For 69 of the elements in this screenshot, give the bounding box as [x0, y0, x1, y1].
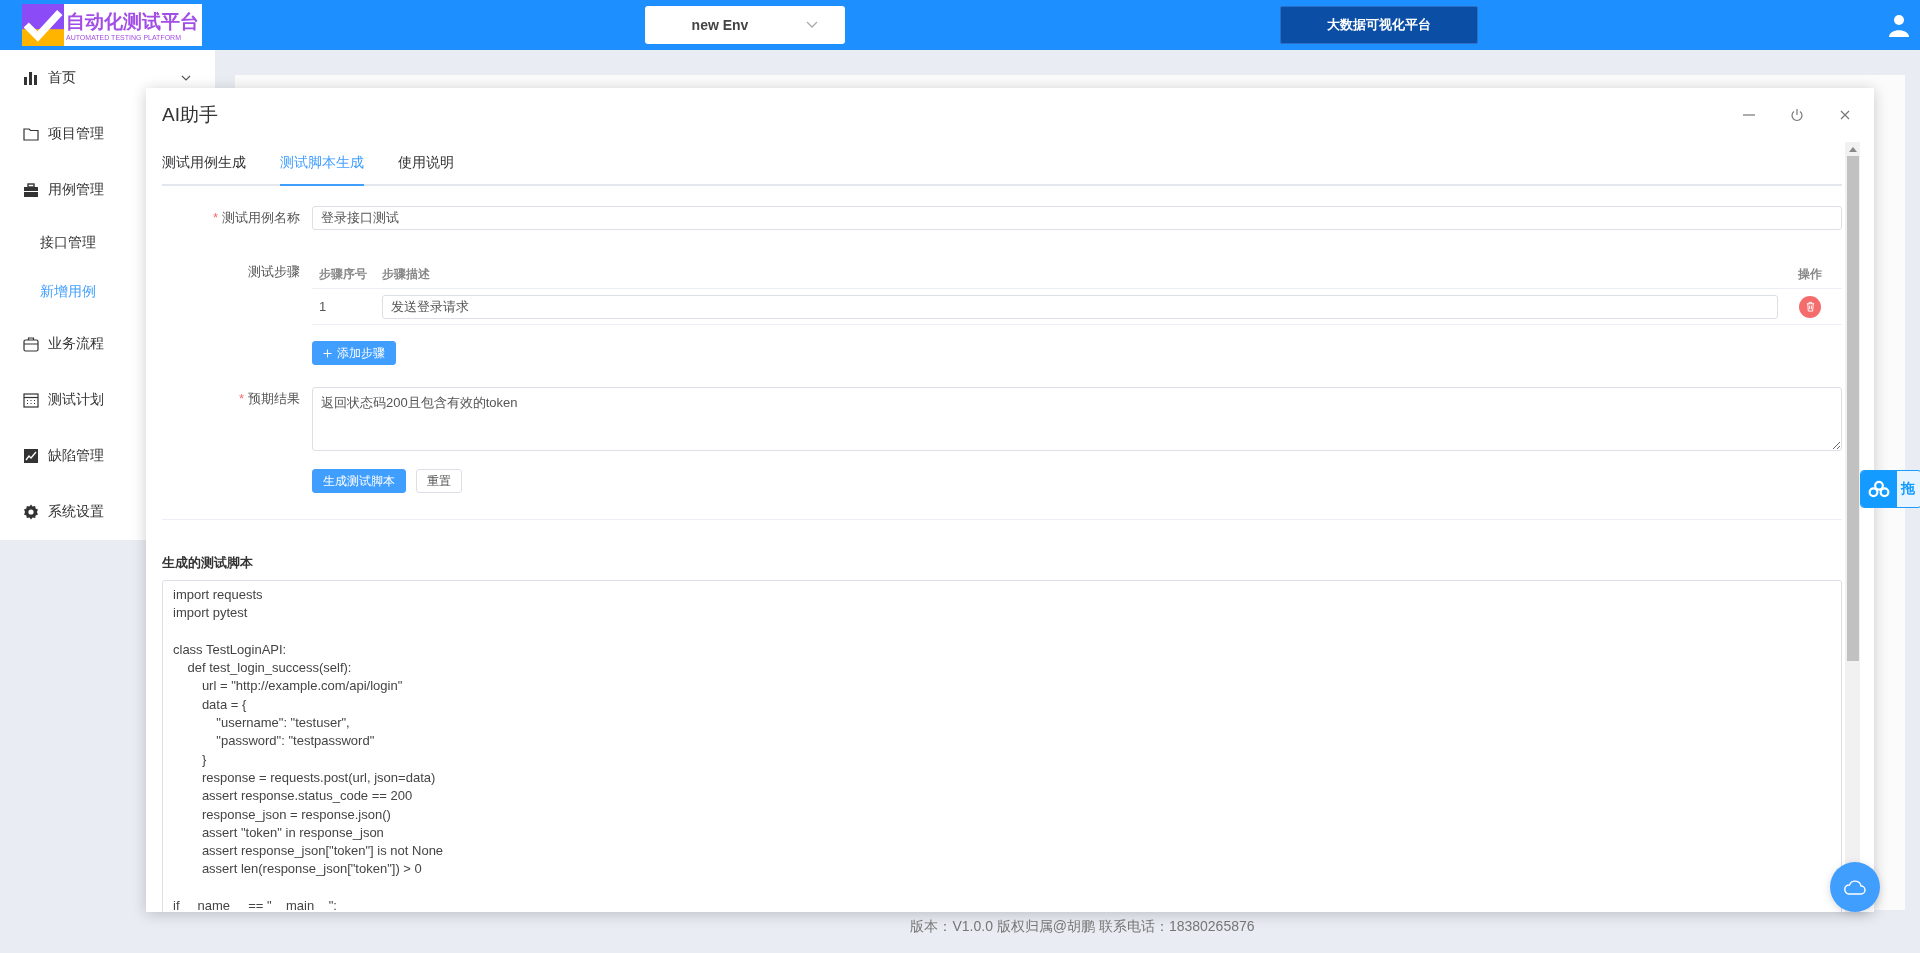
env-select[interactable]: new Env	[645, 6, 845, 44]
footer-text: 版本：V1.0.0 版权归属@胡鹏 联系电话：18380265876	[909, 918, 1256, 936]
menu-item[interactable]: 系统设置	[0, 484, 215, 540]
line-chart-icon	[23, 448, 39, 464]
input-field[interactable]: 登录接口测试	[312, 206, 1842, 230]
menu-item[interactable]: 缺陷管理	[0, 428, 215, 484]
code-line: if __name__ == "__main__":	[173, 897, 338, 912]
reset-button[interactable]: 重置	[416, 469, 462, 493]
check-logo-icon	[22, 4, 64, 46]
required-mark: *	[212, 210, 218, 225]
code-line: assert "token" in response_json	[200, 823, 385, 842]
code-line: import requests	[173, 586, 264, 604]
scroll-up-icon[interactable]	[1848, 147, 1857, 152]
briefcase-icon	[23, 182, 39, 198]
code-line: import pytest	[173, 604, 249, 623]
table-cell-text: 1	[318, 299, 328, 314]
code-line: assert response_json["token"] is not None	[200, 842, 445, 861]
column-header: 操作	[1797, 265, 1823, 283]
menu-item[interactable]: 首页	[0, 50, 215, 106]
code-line: response_json = response.json()	[200, 805, 392, 824]
code-line: assert response.status_code == 200	[200, 787, 414, 806]
section-heading: 生成的测试脚本	[162, 554, 254, 572]
menu-label: 用例管理	[48, 181, 104, 199]
tab[interactable]: 使用说明	[398, 142, 454, 186]
cloud-icon	[1843, 879, 1867, 895]
text-area[interactable]: 返回状态码200且包含有效的token	[312, 387, 1842, 451]
trash-icon	[1804, 301, 1816, 312]
menu-label: 业务流程	[48, 335, 104, 353]
menu-label: 首页	[48, 69, 76, 87]
logo-title: 自动化测试平台	[66, 9, 199, 34]
column-header: 步骤描述	[382, 265, 431, 283]
chevron-down-icon	[806, 21, 819, 29]
code-line: "password": "testpassword"	[215, 732, 376, 751]
code-line: assert len(response_json["token"]) > 0	[200, 860, 423, 879]
power-icon[interactable]	[1790, 108, 1804, 122]
cloud-nodes-icon	[1868, 480, 1890, 498]
code-line: }	[200, 750, 208, 769]
user-icon[interactable]	[1887, 13, 1911, 37]
bar-chart-icon	[23, 70, 39, 86]
code-line: response = requests.post(url, json=data)	[200, 768, 437, 787]
menu-item[interactable]: 测试计划	[0, 372, 215, 428]
dialog-title: AI助手	[162, 103, 218, 127]
menu-item[interactable]: 业务流程	[0, 316, 215, 372]
field-label: 测试步骤	[248, 264, 300, 279]
input-field[interactable]: 发送登录请求	[382, 294, 1778, 319]
menu-label: 测试计划	[48, 391, 104, 409]
field-label: 预期结果	[248, 391, 300, 406]
plus-icon	[323, 348, 332, 358]
menu-label: 缺陷管理	[48, 447, 104, 465]
tab[interactable]: 测试用例生成	[162, 142, 246, 186]
big-data-button[interactable]: 大数据可视化平台	[1280, 6, 1478, 44]
suitcase-icon	[23, 336, 39, 352]
required-mark: *	[238, 391, 244, 406]
close-icon[interactable]	[1838, 108, 1852, 122]
code-line: "username": "testuser",	[215, 714, 351, 733]
code-line: data = {	[200, 695, 248, 714]
settings-icon	[23, 504, 39, 520]
menu-label: 项目管理	[48, 125, 104, 143]
menu-label: 系统设置	[48, 503, 104, 521]
code-line: url = "http://example.com/api/login"	[200, 677, 404, 696]
field-label: 测试用例名称	[222, 210, 300, 225]
column-header: 步骤序号	[318, 265, 368, 283]
delete-button[interactable]	[1799, 295, 1821, 318]
drag-label: 拖	[1901, 480, 1915, 498]
scrollbar[interactable]	[1845, 142, 1860, 912]
calendar-icon	[23, 392, 39, 408]
code-line: class TestLoginAPI:	[173, 640, 288, 659]
folder-icon	[23, 126, 39, 142]
code-line: def test_login_success(self):	[186, 659, 353, 678]
